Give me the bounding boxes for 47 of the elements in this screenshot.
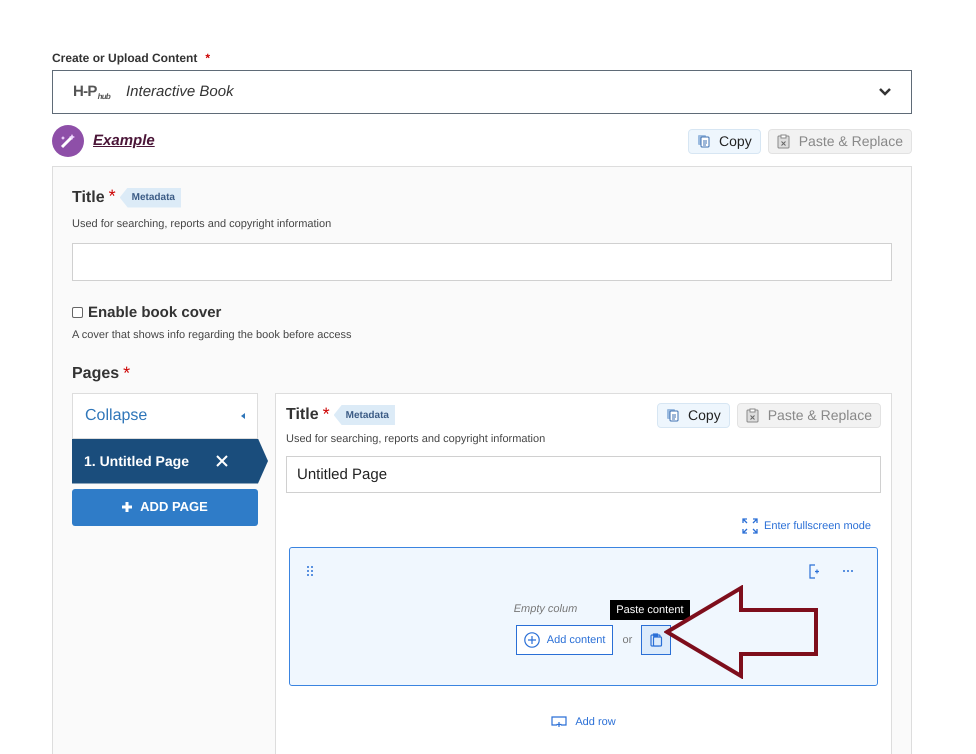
metadata-tag[interactable]: Metadata: [120, 188, 181, 208]
paste-replace-button[interactable]: Paste & Replace: [768, 128, 912, 154]
plus-icon: [122, 502, 132, 512]
clipboard-icon: [776, 134, 791, 148]
or-text: or: [621, 632, 634, 648]
required-mark: *: [322, 402, 330, 426]
expand-icon: [742, 518, 758, 534]
field-description: A cover that shows info regarding the book before access: [72, 328, 352, 343]
title-input[interactable]: [72, 242, 892, 280]
field-label: Title: [286, 405, 319, 425]
magic-wand-icon: [52, 125, 84, 157]
field-label: Title: [72, 188, 105, 208]
checkbox[interactable]: [72, 307, 83, 318]
add-page-button[interactable]: ADD PAGE: [72, 488, 258, 526]
tooltip: Paste content: [610, 600, 690, 620]
copy-icon: [697, 134, 712, 148]
page-title-input[interactable]: Untitled Page: [286, 456, 881, 493]
paste-content-button[interactable]: [641, 625, 672, 655]
plus-circle-icon: [524, 632, 540, 648]
example-link[interactable]: Example: [93, 130, 155, 152]
field-label: Create or Upload Content: [52, 50, 198, 67]
collapse-button[interactable]: Collapse: [72, 392, 258, 438]
add-content-button[interactable]: Add content: [516, 625, 614, 655]
drag-handle-icon[interactable]: [307, 566, 313, 576]
clipboard-icon: [650, 633, 663, 647]
field-label: Pages: [72, 364, 120, 384]
caret-left-icon: [241, 412, 245, 418]
empty-column-text: Empty colum: [514, 602, 578, 616]
paste-replace-button[interactable]: Paste & Replace: [736, 402, 881, 428]
page-item[interactable]: 1. Untitled Page: [72, 438, 268, 484]
copy-button[interactable]: Copy: [657, 402, 730, 428]
add-row-icon: [551, 716, 568, 728]
add-column-icon[interactable]: [809, 564, 819, 578]
checkbox-label: Enable book cover: [88, 302, 222, 322]
required-mark: *: [205, 50, 210, 67]
metadata-tag[interactable]: Metadata: [334, 405, 395, 425]
copy-icon: [666, 408, 680, 422]
fullscreen-link[interactable]: Enter fullscreen mode: [742, 518, 871, 534]
clipboard-icon: [746, 408, 760, 422]
field-description: Used for searching, reports and copyright information: [286, 432, 546, 446]
close-icon[interactable]: [216, 455, 228, 467]
add-row-button[interactable]: Add row: [551, 714, 616, 730]
chevron-down-icon: [879, 88, 891, 96]
field-description: Used for searching, reports and copyright information: [72, 217, 332, 232]
copy-button[interactable]: Copy: [688, 128, 761, 154]
required-mark: *: [123, 362, 130, 384]
required-mark: *: [108, 185, 116, 208]
